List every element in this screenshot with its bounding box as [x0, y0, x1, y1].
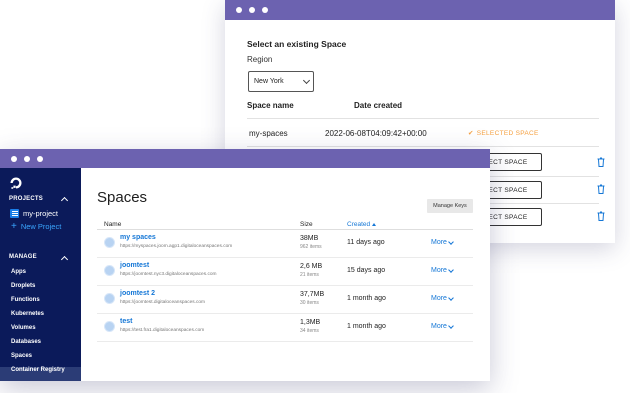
window-dot — [11, 155, 17, 162]
space-icon — [104, 265, 115, 276]
space-item-count: 30 items — [300, 300, 319, 306]
table-row[interactable]: joomtest 2 https://joomtest.digitalocean… — [97, 286, 473, 314]
space-url: https://test.fra1.digitaloceanspaces.com — [120, 328, 205, 333]
delete-icon[interactable] — [597, 184, 605, 194]
chevron-down-icon — [448, 294, 454, 301]
window-dot — [24, 155, 30, 162]
new-project-label: New Project — [20, 222, 62, 231]
sidebar-item-volumes[interactable]: Volumes — [11, 325, 36, 331]
space-created: 1 month ago — [347, 323, 386, 330]
window-titlebar — [225, 0, 615, 20]
window-dot — [236, 7, 242, 13]
sort-ascending-icon — [372, 223, 377, 226]
space-icon — [104, 293, 115, 304]
sidebar-item-spaces[interactable]: Spaces — [11, 353, 32, 359]
table-row[interactable]: test https://test.fra1.digitaloceanspace… — [97, 314, 473, 342]
window-dot — [249, 7, 255, 13]
selected-space-status: ✔ SELECTED SPACE — [468, 129, 539, 138]
sidebar-item-container-registry[interactable]: Container Registry — [11, 367, 65, 373]
space-size: 37,7MB — [300, 291, 325, 298]
column-space-name: Space name — [247, 101, 294, 110]
manage-header: MANAGE — [9, 254, 37, 260]
column-header-created-label: Created — [347, 221, 371, 228]
plus-icon: + — [11, 220, 17, 232]
project-icon — [10, 209, 19, 218]
space-size: 1,3MB — [300, 319, 321, 326]
space-icon — [104, 237, 115, 248]
space-created: 1 month ago — [347, 295, 386, 302]
region-select[interactable]: New York — [248, 71, 314, 92]
chevron-down-icon — [448, 322, 454, 329]
column-header-name[interactable]: Name — [104, 221, 121, 228]
more-label: More — [431, 239, 447, 246]
space-item-count: 962 items — [300, 244, 322, 250]
column-header-size[interactable]: Size — [300, 221, 313, 228]
sidebar: PROJECTS my-project + New Project MANAGE… — [0, 168, 81, 381]
more-label: More — [431, 323, 447, 330]
region-select-value: New York — [254, 78, 284, 85]
more-dropdown[interactable]: More — [431, 238, 454, 246]
space-name-link[interactable]: my spaces — [120, 234, 156, 241]
table-row[interactable]: joomtest https://joomtest.nyc3.digitaloc… — [97, 258, 473, 286]
page-title: Spaces — [97, 189, 148, 206]
divider — [247, 118, 599, 119]
select-space-heading: Select an existing Space — [247, 39, 347, 49]
more-dropdown[interactable]: More — [431, 322, 454, 330]
new-project-link[interactable]: + New Project — [11, 220, 62, 232]
delete-icon[interactable] — [597, 157, 605, 167]
chevron-down-icon — [302, 76, 311, 84]
space-url: https://joomtest.nyc3.digitaloceanspaces… — [120, 272, 217, 277]
project-item[interactable]: my-project — [10, 209, 58, 218]
space-icon — [104, 321, 115, 332]
column-header-created[interactable]: Created — [347, 221, 377, 228]
space-url: https://joomtest.digitaloceanspaces.com — [120, 300, 206, 305]
check-icon: ✔ — [468, 130, 474, 137]
region-label: Region — [247, 55, 273, 64]
space-item-count: 21 items — [300, 272, 319, 278]
digitalocean-logo-icon[interactable] — [10, 176, 22, 189]
projects-header: PROJECTS — [9, 196, 43, 202]
main-content: Spaces Manage Keys Name Size Created my … — [81, 168, 490, 381]
manage-keys-button[interactable]: Manage Keys — [427, 199, 473, 213]
divider — [247, 146, 599, 147]
sidebar-item-droplets[interactable]: Droplets — [11, 283, 35, 289]
more-dropdown[interactable]: More — [431, 294, 454, 302]
space-size: 2,6 MB — [300, 263, 323, 270]
sidebar-item-kubernetes[interactable]: Kubernetes — [11, 311, 44, 317]
space-name-link[interactable]: joomtest 2 — [120, 290, 155, 297]
sidebar-item-apps[interactable]: Apps — [11, 269, 26, 275]
space-name-link[interactable]: test — [120, 318, 132, 325]
window-titlebar — [0, 149, 490, 168]
sidebar-item-databases[interactable]: Databases — [11, 339, 41, 345]
space-name-link[interactable]: joomtest — [120, 262, 149, 269]
space-item-count: 34 items — [300, 328, 319, 334]
window-dot — [262, 7, 268, 13]
chevron-up-icon[interactable] — [60, 255, 69, 264]
chevron-down-icon — [448, 266, 454, 273]
project-name: my-project — [23, 209, 59, 218]
space-url: https://myspaces.joom.agp1.digitaloceans… — [120, 244, 233, 249]
more-label: More — [431, 295, 447, 302]
selected-space-label: SELECTED SPACE — [476, 129, 539, 137]
column-date-created: Date created — [354, 101, 403, 110]
window-dot — [37, 155, 43, 162]
more-dropdown[interactable]: More — [431, 266, 454, 274]
chevron-up-icon[interactable] — [60, 196, 69, 205]
sidebar-item-functions[interactable]: Functions — [11, 297, 40, 303]
screenshot-stage: Select an existing Space Region New York… — [0, 0, 630, 393]
space-row-name: my-spaces — [249, 129, 288, 138]
space-created: 11 days ago — [347, 239, 385, 246]
more-label: More — [431, 267, 447, 274]
chevron-down-icon — [448, 238, 454, 245]
space-size: 38MB — [300, 235, 319, 242]
spaces-window: PROJECTS my-project + New Project MANAGE… — [0, 149, 490, 381]
table-row[interactable]: my spaces https://myspaces.joom.agp1.dig… — [97, 230, 473, 258]
delete-icon[interactable] — [597, 211, 605, 221]
space-row-date: 2022-06-08T04:09:42+00:00 — [325, 129, 427, 138]
space-created: 15 days ago — [347, 267, 386, 274]
